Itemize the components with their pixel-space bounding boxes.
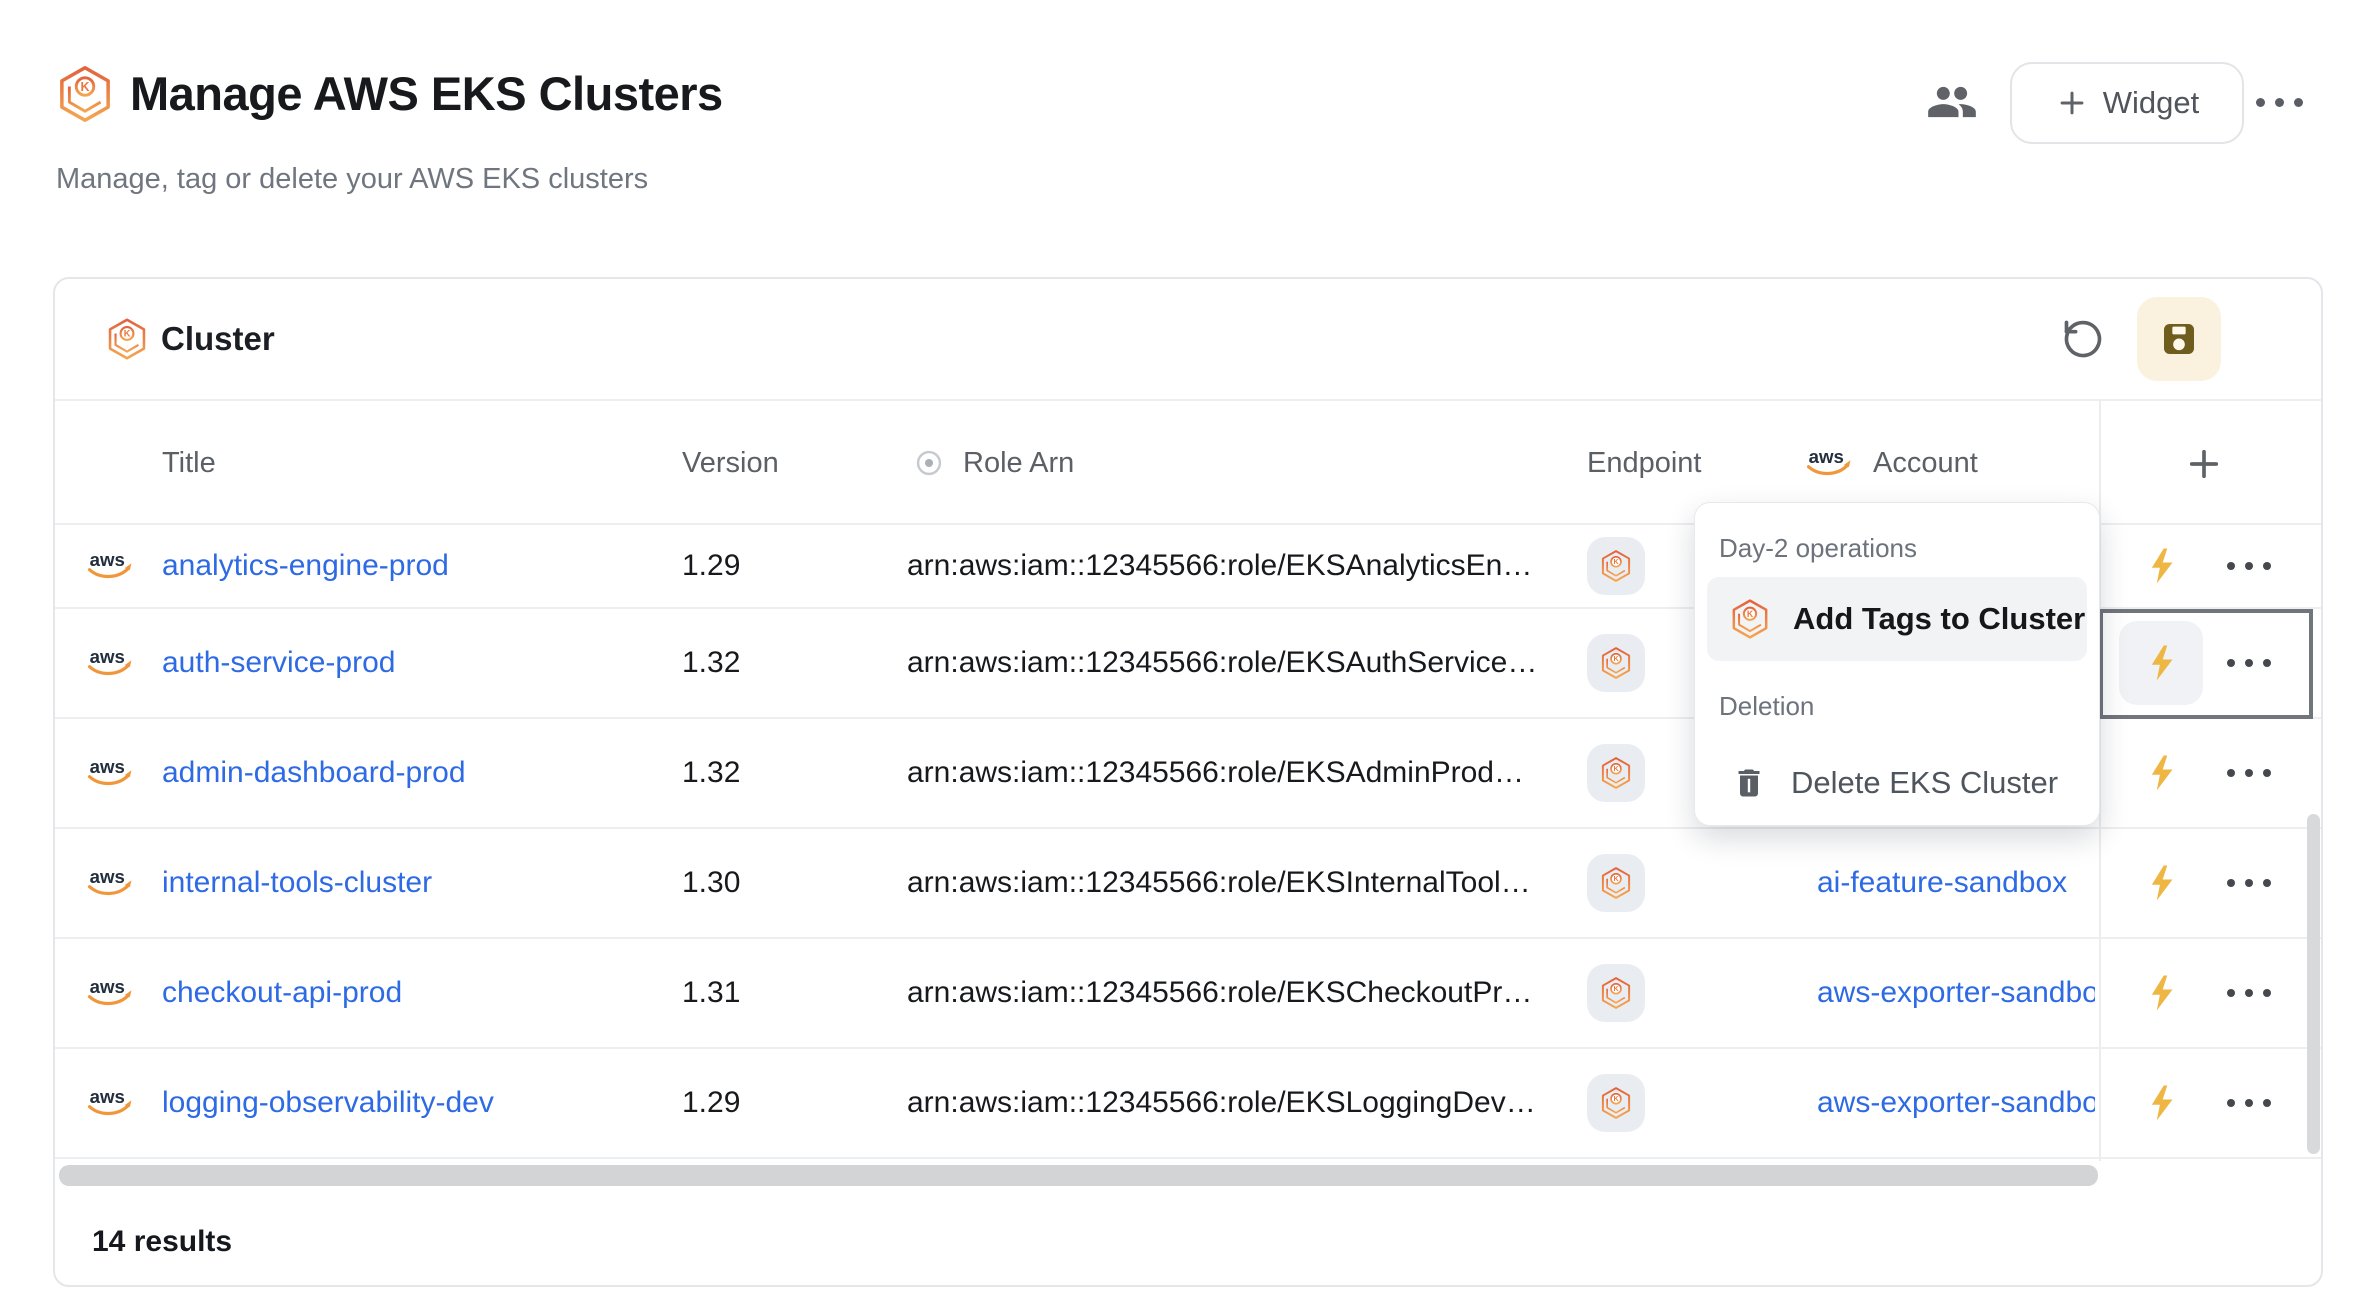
quick-action-bolt-icon[interactable]: [2141, 862, 2183, 904]
results-count: 14 results: [92, 1225, 232, 1259]
eks-icon: [1599, 646, 1633, 680]
column-header-role-arn[interactable]: Role Arn: [963, 447, 1074, 480]
row-more-menu-icon[interactable]: [2227, 1099, 2271, 1107]
table-row: logging-observability-dev 1.29 arn:aws:i…: [55, 1049, 2321, 1159]
account-link[interactable]: ai-feature-sandbox: [1817, 866, 2095, 900]
aws-logo-icon: [83, 548, 139, 584]
aws-logo-icon: [83, 975, 139, 1011]
row-more-menu-icon[interactable]: [2227, 879, 2271, 887]
endpoint-chip[interactable]: [1587, 1074, 1645, 1132]
endpoint-chip[interactable]: [1587, 634, 1645, 692]
eks-icon: [1599, 1086, 1633, 1120]
column-header-version[interactable]: Version: [682, 447, 779, 480]
row-more-menu-icon[interactable]: [2227, 769, 2271, 777]
endpoint-chip[interactable]: [1587, 964, 1645, 1022]
vertical-scrollbar[interactable]: [2307, 814, 2320, 1154]
aws-logo-icon: [83, 645, 139, 681]
eks-icon: [1599, 549, 1633, 583]
cluster-version: 1.30: [682, 866, 740, 900]
save-button[interactable]: [2137, 297, 2221, 381]
eks-icon: [1599, 866, 1633, 900]
endpoint-chip[interactable]: [1587, 854, 1645, 912]
horizontal-scrollbar[interactable]: [59, 1165, 2098, 1186]
quick-action-bolt-icon[interactable]: [2141, 545, 2183, 587]
aws-logo-icon: [83, 1085, 139, 1121]
cluster-version: 1.32: [682, 646, 740, 680]
endpoint-chip[interactable]: [1587, 744, 1645, 802]
cluster-title-link[interactable]: admin-dashboard-prod: [162, 756, 466, 790]
quick-action-bolt-icon[interactable]: [2141, 972, 2183, 1014]
column-header-account[interactable]: Account: [1873, 447, 1978, 480]
cluster-role-arn: arn:aws:iam::12345566:role/EKSInternalTo…: [907, 866, 1531, 900]
column-header-title[interactable]: Title: [162, 447, 216, 480]
cluster-title-link[interactable]: internal-tools-cluster: [162, 866, 432, 900]
table-row: checkout-api-prod 1.31 arn:aws:iam::1234…: [55, 939, 2321, 1049]
cluster-role-arn: arn:aws:iam::12345566:role/EKSLoggingDev…: [907, 1086, 1536, 1120]
plus-icon: [2055, 86, 2089, 120]
eks-app-icon: [55, 64, 115, 124]
menu-item-add-tags[interactable]: Add Tags to Cluster: [1707, 577, 2087, 661]
cluster-role-arn: arn:aws:iam::12345566:role/EKSAuthServic…: [907, 646, 1537, 680]
cluster-title-link[interactable]: checkout-api-prod: [162, 976, 402, 1010]
menu-item-label: Add Tags to Cluster: [1793, 601, 2085, 637]
add-widget-label: Widget: [2103, 85, 2199, 121]
add-column-icon[interactable]: [2183, 443, 2225, 485]
quick-action-bolt-icon[interactable]: [2141, 752, 2183, 794]
eks-icon: [1599, 756, 1633, 790]
cluster-title-link[interactable]: analytics-engine-prod: [162, 549, 449, 583]
row-actions-context-menu: Day-2 operations Add Tags to Cluster Del…: [1694, 502, 2100, 826]
eks-icon: [1729, 598, 1771, 640]
column-header-endpoint[interactable]: Endpoint: [1587, 447, 1702, 480]
quick-action-bolt-icon[interactable]: [2141, 1082, 2183, 1124]
eks-icon: [1599, 976, 1633, 1010]
add-widget-button[interactable]: Widget: [2010, 62, 2244, 144]
account-link[interactable]: aws-exporter-sandbox: [1817, 976, 2095, 1010]
menu-item-delete-cluster[interactable]: Delete EKS Cluster: [1707, 741, 2087, 825]
menu-item-label: Delete EKS Cluster: [1791, 765, 2058, 801]
share-users-icon[interactable]: [1926, 76, 1978, 128]
cluster-widget-panel: Cluster Title Version Role Arn Endpoint …: [53, 277, 2323, 1287]
cluster-title-link[interactable]: logging-observability-dev: [162, 1086, 494, 1120]
cluster-version: 1.32: [682, 756, 740, 790]
cluster-role-arn: arn:aws:iam::12345566:role/EKSAnalyticsE…: [907, 549, 1532, 583]
row-more-menu-icon[interactable]: [2227, 989, 2271, 997]
radio-property-icon: [913, 447, 945, 479]
cluster-role-arn: arn:aws:iam::12345566:role/EKSAdminProd…: [907, 756, 1524, 790]
aws-logo-icon: [83, 865, 139, 901]
menu-section-label: Deletion: [1719, 691, 1814, 722]
focused-action-cell-outline: [2099, 609, 2313, 719]
aws-logo-icon: [83, 755, 139, 791]
widget-title: Cluster: [161, 279, 275, 399]
table-row: internal-tools-cluster 1.30 arn:aws:iam:…: [55, 829, 2321, 939]
cluster-version: 1.29: [682, 549, 740, 583]
menu-section-label: Day-2 operations: [1719, 533, 1917, 564]
page-more-menu-icon[interactable]: [2256, 96, 2303, 108]
cluster-title-link[interactable]: auth-service-prod: [162, 646, 395, 680]
row-more-menu-icon[interactable]: [2227, 562, 2271, 570]
undo-icon[interactable]: [2061, 317, 2105, 361]
account-link[interactable]: aws-exporter-sandbox: [1817, 1086, 2095, 1120]
aws-logo-icon: [1802, 445, 1858, 481]
widget-header: Cluster: [55, 279, 2321, 401]
cluster-role-arn: arn:aws:iam::12345566:role/EKSCheckoutPr…: [907, 976, 1532, 1010]
cluster-version: 1.29: [682, 1086, 740, 1120]
page-subtitle: Manage, tag or delete your AWS EKS clust…: [56, 163, 648, 196]
page-title: Manage AWS EKS Clusters: [130, 64, 723, 124]
trash-icon: [1731, 765, 1767, 801]
save-icon: [2159, 319, 2199, 359]
eks-widget-icon: [105, 317, 149, 361]
cluster-version: 1.31: [682, 976, 740, 1010]
endpoint-chip[interactable]: [1587, 537, 1645, 595]
